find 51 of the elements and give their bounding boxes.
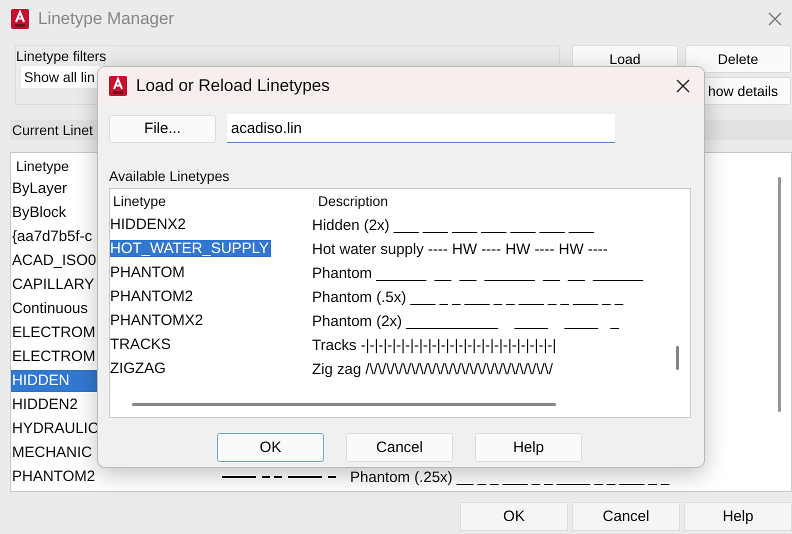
list-item[interactable]: HIDDEN — [11, 370, 98, 392]
button[interactable]: Help — [475, 433, 582, 462]
list-item[interactable]: PHANTOM2 — [110, 288, 196, 305]
linetype-description: Hidden (2x) ___ ___ ___ ___ ___ ___ ___ — [312, 216, 594, 234]
linetype-description: Phantom (.25x) __ _ _ ___ _ _ ____ _ _ ___ _ _ — [350, 468, 670, 486]
linetype-description: Phantom (.5x) ___ _ _ ___ _ _ ___ _ _ ___ _ _ — [312, 288, 624, 306]
button[interactable]: OK — [217, 433, 324, 462]
column-header[interactable]: Linetype — [110, 193, 314, 209]
close-icon[interactable] — [676, 78, 690, 92]
list-item[interactable]: ZIGZAG — [110, 360, 168, 377]
file-button[interactable]: File... — [109, 114, 216, 142]
list-item[interactable]: {aa7d7b5f-c — [11, 226, 98, 248]
dialog-title: Load or Reload Linetypes — [136, 76, 331, 96]
list-item[interactable]: HYDRAULIC — [11, 418, 98, 440]
column-header[interactable]: Linetype — [16, 158, 69, 174]
scrollbar-thumb[interactable] — [778, 177, 781, 412]
list-item[interactable]: HIDDENX2 — [110, 216, 188, 233]
linetype-description: Hot water supply ---- HW ---- HW ---- HW ---- — [312, 240, 608, 258]
linetype-description: Phantom ______ __ __ ______ __ __ ______ — [312, 264, 644, 282]
list-item[interactable]: CAPILLARY — [11, 274, 98, 296]
linetype-description: Zig zag /\/\/\/\/\/\/\/\/\/\/\/\/\/\/\/\/\/\/\/\/\/\/ — [312, 360, 553, 378]
scrollbar-thumb[interactable] — [676, 346, 679, 370]
list-label: Available Linetypes — [109, 168, 230, 184]
file-name-field[interactable]: acadiso.lin — [227, 114, 615, 143]
button[interactable]: OK — [460, 502, 568, 531]
linetype-description: Tracks -|-|-|-|-|-|-|-|-|-|-|-|-|-|-|-|-|-|-|-|-|-| — [312, 336, 556, 354]
list-item[interactable]: Continuous — [11, 298, 98, 320]
list-item[interactable]: ByBlock — [11, 202, 98, 224]
current-linetype-label: Current Linet — [12, 122, 93, 138]
window-title: Linetype Manager — [38, 9, 176, 29]
group-label: Linetype filters — [16, 48, 106, 64]
list-item[interactable]: PHANTOMX2 — [110, 312, 206, 329]
list-item[interactable]: HIDDEN2 — [11, 394, 98, 416]
scrollbar-thumb[interactable] — [132, 403, 556, 406]
list-item[interactable]: MECHANIC — [11, 442, 98, 464]
button[interactable]: Help — [684, 502, 792, 531]
linetype-description: Phantom (2x) ___________ ____ ____ _ — [312, 312, 619, 330]
list-item[interactable]: PHANTOM2 — [11, 466, 98, 488]
app-icon — [108, 74, 128, 96]
list-item[interactable]: PHANTOM — [110, 264, 187, 281]
list-item[interactable]: TRACKS — [110, 336, 173, 353]
button[interactable]: Cancel — [572, 502, 680, 531]
button[interactable]: Cancel — [346, 433, 453, 462]
list-item[interactable]: ACAD_ISO0 — [11, 250, 98, 272]
list-item[interactable]: HOT_WATER_SUPPLY — [110, 240, 271, 257]
app-icon — [10, 8, 30, 30]
button[interactable]: Delete — [685, 45, 791, 73]
list-item[interactable]: ByLayer — [11, 178, 98, 200]
list-item[interactable]: ELECTROM — [11, 346, 98, 368]
column-header[interactable]: Description — [314, 193, 388, 209]
list-item[interactable]: ELECTROM — [11, 322, 98, 344]
